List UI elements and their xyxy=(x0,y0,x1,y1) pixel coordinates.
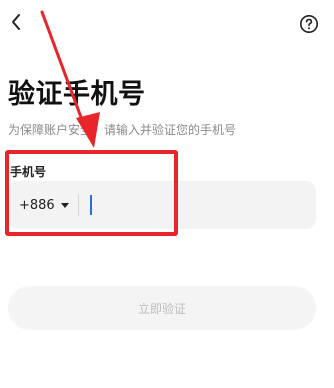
chevron-left-icon xyxy=(10,13,22,35)
phone-number-input[interactable] xyxy=(88,188,307,224)
question-circle-icon xyxy=(299,14,319,38)
phone-field-label: 手机号 xyxy=(10,165,47,179)
verify-now-button[interactable]: 立即验证 xyxy=(8,286,316,330)
country-code-selector[interactable]: +886 xyxy=(19,181,69,229)
triangle-down-icon xyxy=(60,198,69,213)
back-button[interactable] xyxy=(6,12,26,36)
country-code-value: +886 xyxy=(19,197,55,213)
phone-input-row: +886 xyxy=(8,181,316,229)
page-subtitle: 为保障账户安全，请输入并验证您的手机号 xyxy=(8,123,237,137)
help-button[interactable] xyxy=(299,14,319,38)
phone-divider xyxy=(78,194,79,216)
text-caret xyxy=(90,195,92,215)
page-title: 验证手机号 xyxy=(8,79,146,110)
